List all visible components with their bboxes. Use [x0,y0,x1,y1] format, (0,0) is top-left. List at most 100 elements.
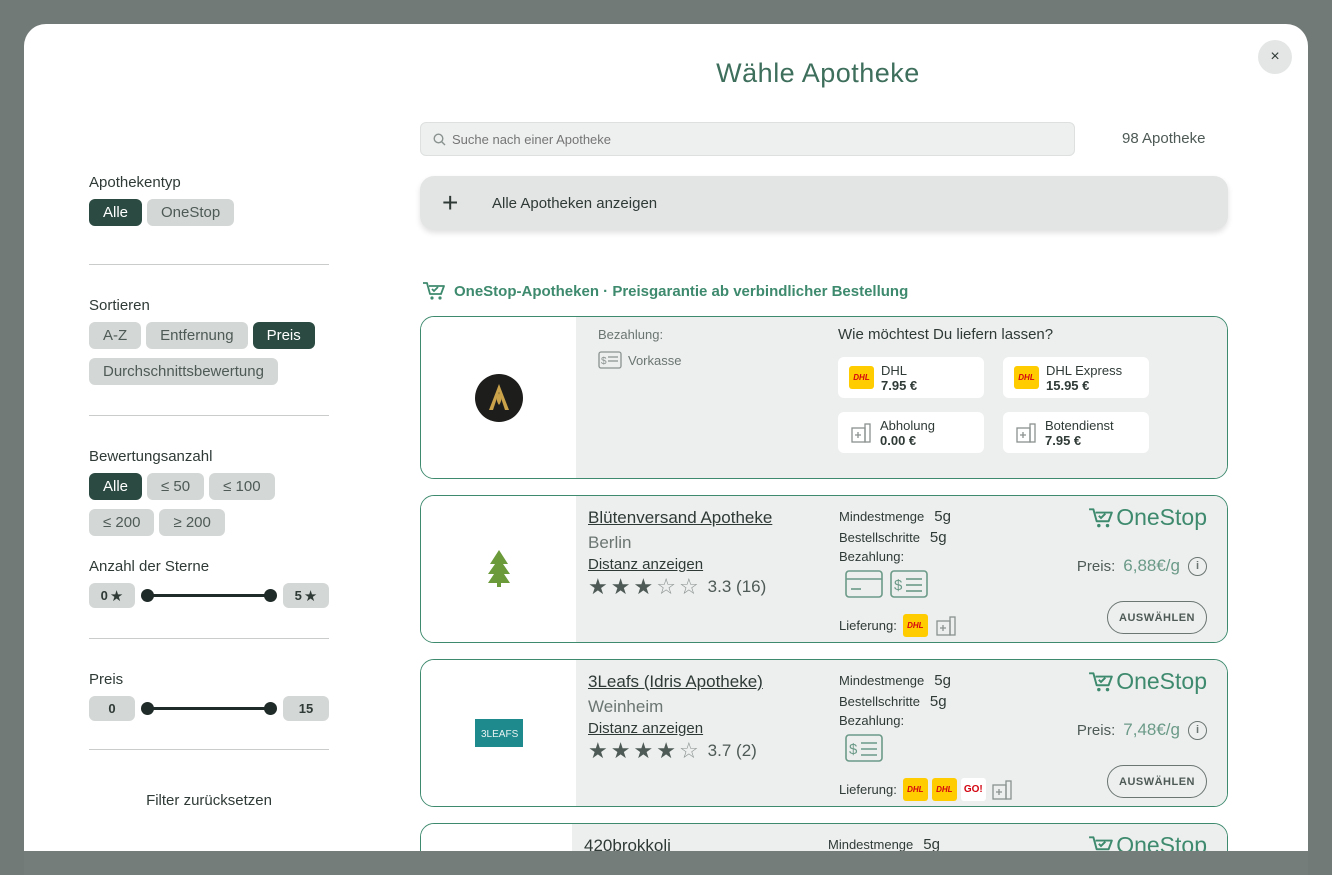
search-box[interactable] [420,122,1075,156]
info-icon[interactable]: i [1188,720,1207,740]
type-chip-onestop[interactable]: OneStop [147,199,235,226]
onestop-brand-text: OneStop [1116,832,1207,851]
show-all-label: Alle Apotheken anzeigen [492,194,658,212]
payment-label: Bezahlung: [839,713,905,728]
payment-icons: $ [845,570,928,598]
price-row: Preis: 6,88€/g i [1077,556,1207,576]
pharmacy-card[interactable]: 3LEAFS 3Leafs (Idris Apotheke) Weinheim … [420,659,1228,807]
delivery-option-courier[interactable]: Botendienst 7.95 € [1003,412,1149,453]
svg-text:$: $ [894,577,903,594]
pharmacy-icon [1014,422,1038,444]
dhl-express-icon: DHL [931,778,957,801]
price-label: Preis: [1076,557,1116,575]
svg-text:3LEAFS: 3LEAFS [481,729,519,740]
show-distance-link[interactable]: Distanz anzeigen [588,720,703,737]
type-filter-title: Apothekentyp [89,174,181,191]
pharmacy-name[interactable]: Blütenversand Apotheke [588,508,772,528]
price-row: Preis: 7,48€/g i [1077,720,1207,740]
star-icon: ★ [656,738,676,763]
delivery-option-dhl-express[interactable]: DHL DHL Express 15.95 € [1003,357,1149,398]
stars-min-pill: 0 ★ [89,583,135,608]
pharmacy-name[interactable]: 420brokkoli [584,836,671,851]
stars-max-knob[interactable] [264,589,277,602]
search-input[interactable] [452,131,1052,147]
sort-chip-rating[interactable]: Durchschnittsbewertung [89,358,278,385]
cart-icon [423,282,445,300]
select-button[interactable]: AUSWÄHLEN [1107,601,1207,634]
pharmacy-name[interactable]: 3Leafs (Idris Apotheke) [588,672,763,692]
star-icon: ★ [610,738,631,763]
sort-chip-price[interactable]: Preis [252,322,315,349]
stars-slider-track[interactable] [141,589,277,602]
option-name: DHL [881,362,908,378]
stars-title: Anzahl der Sterne [89,558,210,575]
onestop-logo: OneStop [1088,832,1207,851]
onestop-logo: OneStop [1088,504,1207,531]
delivery-option-pickup[interactable]: Abholung 0.00 € [838,412,984,453]
star-icon: ★ [633,738,654,763]
reviews-chip-le100[interactable]: ≤ 100 [209,473,275,500]
reviews-chip-all[interactable]: Alle [89,473,143,500]
rating-stars: ★ ★ ★ ★ ☆ 3.7 (2) [588,738,757,764]
onestop-brand-text: OneStop [1116,504,1207,530]
type-chip-all[interactable]: Alle [89,199,143,226]
min-amount: Mindestmenge 5g [839,672,951,689]
price-max-knob[interactable] [264,702,277,715]
select-button[interactable]: AUSWÄHLEN [1107,765,1207,798]
filter-sidebar: Apothekentyp Alle OneStop Sortieren A-Z … [89,174,329,809]
reviews-chip-le200[interactable]: ≤ 200 [89,509,155,536]
payment-method-label: Vorkasse [628,352,682,368]
payment-method: $ Vorkasse [598,351,681,369]
star-icon: ★ [588,738,608,763]
stars-min-knob[interactable] [141,589,154,602]
dhl-icon: DHL [902,614,928,637]
plus-icon: + [442,187,459,218]
delivery-option-dhl[interactable]: DHL DHL 7.95 € [838,357,984,398]
pharmacy-card[interactable]: 420brokkoli Mindestmenge 5g OneStop [420,823,1228,851]
sort-chip-az[interactable]: A-Z [89,322,142,349]
star-outline-icon: ☆ [678,738,699,763]
sort-chip-distance[interactable]: Entfernung [146,322,248,349]
option-price: 15.95 € [1046,377,1090,393]
star-icon: ★ [610,574,631,599]
cart-icon [1089,507,1114,527]
divider [89,264,329,265]
stars-range[interactable]: 0 ★ 5 ★ [89,583,329,608]
rating-stars: ★ ★ ★ ☆ ☆ 3.3 (16) [588,574,766,600]
show-all-button[interactable]: + Alle Apotheken anzeigen [420,176,1228,230]
delivery-row: Lieferung: DHL DHL GO! [839,778,1014,801]
pharmacy-card[interactable]: Blütenversand Apotheke Berlin Distanz an… [420,495,1228,643]
cart-icon [1089,671,1114,691]
pharmacy-logo: 3LEAFS [421,660,576,806]
pharmacy-logo [421,496,576,642]
rating-text: 3.7 (2) [707,741,757,760]
price-range[interactable]: 0 15 [89,696,329,721]
price-max-pill: 15 [283,696,329,721]
card-body: Bezahlung: $ Vorkasse Wie möchtest Du li… [576,317,1227,478]
option-name: Abholung [880,417,935,433]
card-body: 420brokkoli Mindestmenge 5g OneStop [572,824,1227,851]
sort-title: Sortieren [89,297,150,314]
star-icon: ★ [303,587,318,605]
pharmacy-modal: × Wähle Apotheke Apothekentyp Alle OneSt… [24,24,1308,851]
option-price: 7.95 € [881,377,918,393]
close-button[interactable]: × [1258,40,1292,74]
pharmacy-icon [849,422,873,444]
show-distance-link[interactable]: Distanz anzeigen [588,556,703,573]
onestop-section-header: OneStop-Apotheken · Preisgarantie ab ver… [422,281,908,301]
price-min-knob[interactable] [141,702,154,715]
info-icon[interactable]: i [1188,556,1207,576]
star-icon: ★ [109,587,124,605]
reviews-chip-ge200[interactable]: ≥ 200 [159,509,225,536]
result-count: 98 Apotheke [1122,130,1206,147]
pharmacy-icon [990,779,1014,801]
pharmacy-logo [421,824,576,851]
pharmacy-card[interactable]: Bezahlung: $ Vorkasse Wie möchtest Du li… [420,316,1228,479]
reviews-chip-le50[interactable]: ≤ 50 [147,473,205,500]
divider [89,749,329,750]
star-outline-icon: ☆ [678,574,699,599]
reset-filters-button[interactable]: Filter zurücksetzen [89,792,329,809]
delivery-label: Lieferung: [839,782,897,797]
price-slider-track[interactable] [141,702,277,715]
min-amount: Mindestmenge 5g [828,836,940,851]
